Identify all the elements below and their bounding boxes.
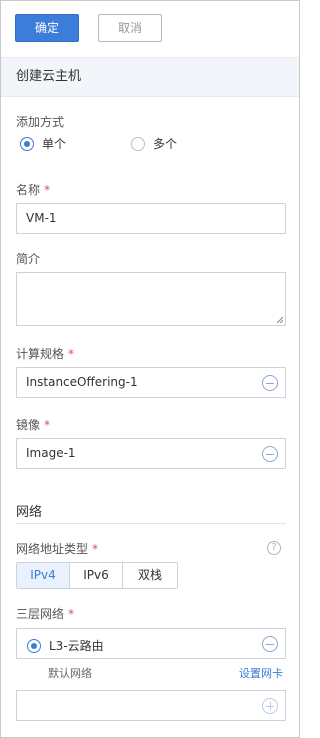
image-label-text: 镜像 <box>16 418 41 432</box>
required-mark: * <box>68 607 75 621</box>
l3-network-name: L3-云路由 <box>49 639 104 653</box>
cancel-button[interactable]: 取消 <box>98 14 162 42</box>
section-title: 创建云主机 <box>1 57 299 97</box>
default-network-label: 默认网络 <box>48 667 92 680</box>
add-network-row <box>16 690 286 721</box>
address-type-ipv6[interactable]: IPv6 <box>70 563 123 588</box>
minus-circle-icon[interactable] <box>262 375 278 391</box>
confirm-button[interactable]: 确定 <box>15 14 79 42</box>
resize-grip-icon[interactable] <box>276 316 283 323</box>
required-mark: * <box>44 418 51 432</box>
image-field[interactable]: Image-1 <box>16 438 286 469</box>
add-mode-multiple-label: 多个 <box>153 137 178 151</box>
minus-circle-icon[interactable] <box>262 636 278 652</box>
address-type-segmented: IPv4 IPv6 双栈 <box>16 562 178 589</box>
address-type-ipv4[interactable]: IPv4 <box>17 563 70 588</box>
l3-network-label-text: 三层网络 <box>16 607 65 621</box>
image-label: 镜像 * <box>16 416 50 433</box>
address-type-dual-stack[interactable]: 双栈 <box>123 563 177 588</box>
description-textarea[interactable] <box>16 272 286 326</box>
question-circle-icon[interactable]: ? <box>267 541 281 555</box>
add-mode-single-radio[interactable]: 单个 <box>20 135 66 152</box>
radio-selected-icon <box>20 136 34 151</box>
network-heading: 网络 <box>16 505 43 520</box>
address-type-label: 网络地址类型 * <box>16 540 98 557</box>
compute-offering-field[interactable]: InstanceOffering-1 <box>16 367 286 398</box>
network-divider <box>16 523 286 524</box>
radio-unselected-icon <box>131 136 145 151</box>
name-label: 名称 * <box>16 181 50 198</box>
description-label: 简介 <box>16 252 41 266</box>
name-label-text: 名称 <box>16 183 41 197</box>
create-vm-panel: 确定 取消 创建云主机 添加方式 单个 多个 名称 * VM-1 简介 计算规格 *… <box>0 0 300 738</box>
compute-offering-label: 计算规格 * <box>16 345 74 362</box>
name-input[interactable]: VM-1 <box>16 203 286 234</box>
required-mark: * <box>44 183 51 197</box>
l3-network-item: L3-云路由 <box>16 628 286 659</box>
add-mode-single-label: 单个 <box>42 137 67 151</box>
add-mode-multiple-radio[interactable]: 多个 <box>131 135 177 152</box>
set-nic-link[interactable]: 设置网卡 <box>239 665 283 681</box>
plus-circle-icon[interactable] <box>262 698 278 714</box>
address-type-label-text: 网络地址类型 <box>16 542 89 556</box>
l3-network-radio[interactable]: L3-云路由 <box>27 637 104 654</box>
minus-circle-icon[interactable] <box>262 446 278 462</box>
compute-offering-label-text: 计算规格 <box>16 347 65 361</box>
required-mark: * <box>68 347 75 361</box>
radio-selected-icon <box>27 638 41 653</box>
add-mode-label: 添加方式 <box>16 115 65 129</box>
required-mark: * <box>92 542 99 556</box>
l3-network-label: 三层网络 * <box>16 605 74 622</box>
